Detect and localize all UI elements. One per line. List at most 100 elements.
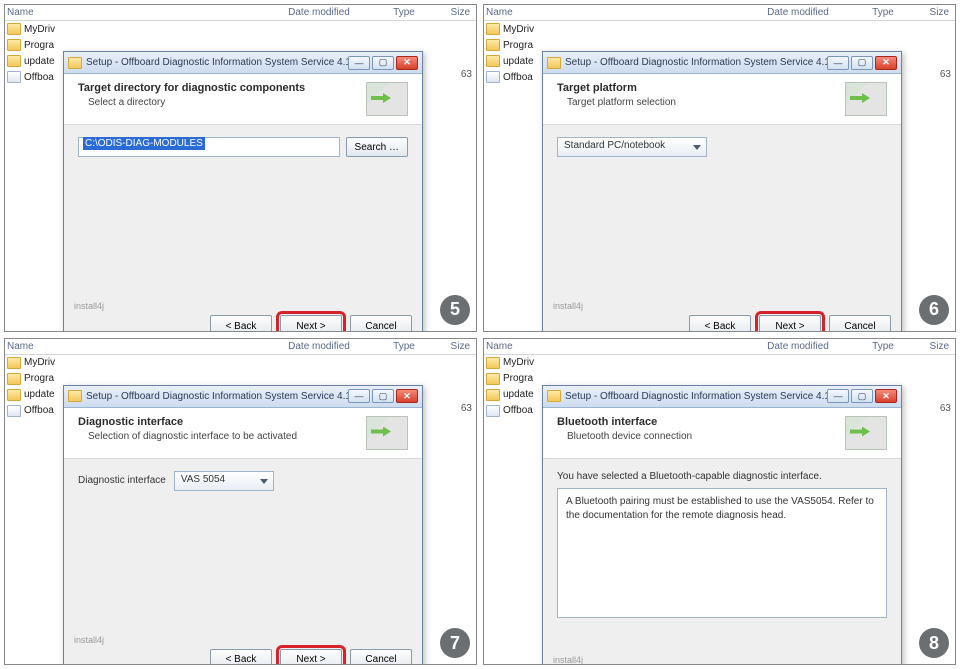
maximize-button[interactable]: ▢	[851, 389, 873, 403]
explorer-column-headers: Name Date modified Type Size	[484, 339, 955, 355]
back-button[interactable]: < Back	[210, 315, 272, 332]
folder-icon	[7, 373, 21, 385]
install4j-label: install4j	[553, 655, 891, 665]
setup-dialog: Setup - Offboard Diagnostic Information …	[63, 51, 423, 332]
col-type[interactable]: Type	[374, 7, 434, 18]
minimize-button[interactable]: —	[827, 56, 849, 70]
cancel-button[interactable]: Cancel	[350, 315, 412, 332]
cancel-button[interactable]: Cancel	[350, 649, 412, 666]
col-size[interactable]: Size	[434, 7, 474, 18]
interface-select[interactable]: VAS 5054	[174, 471, 274, 491]
interface-label: Diagnostic interface	[78, 475, 166, 486]
platform-select[interactable]: Standard PC/notebook	[557, 137, 707, 157]
app-icon	[68, 390, 82, 402]
step-badge: 6	[919, 295, 949, 325]
back-button[interactable]: < Back	[689, 315, 751, 332]
next-button[interactable]: Next >	[280, 649, 342, 666]
close-button[interactable]: ✕	[396, 389, 418, 403]
wizard-arrow-icon	[845, 82, 887, 116]
folder-icon	[7, 357, 21, 369]
bluetooth-info-box: A Bluetooth pairing must be established …	[557, 488, 887, 618]
list-item[interactable]: MyDriv	[486, 21, 534, 37]
install4j-label: install4j	[553, 301, 891, 311]
minimize-button[interactable]: —	[348, 389, 370, 403]
screenshot-panel-6: Name Date modified Type Size CARDIAG MyD…	[483, 4, 956, 332]
wizard-arrow-icon	[366, 82, 408, 116]
cancel-button[interactable]: Cancel	[829, 315, 891, 332]
wizard-arrow-icon	[845, 416, 887, 450]
window-title: Setup - Offboard Diagnostic Information …	[565, 57, 827, 68]
list-item[interactable]: Progra	[486, 371, 534, 387]
titlebar[interactable]: Setup - Offboard Diagnostic Information …	[543, 52, 901, 74]
window-title: Setup - Offboard Diagnostic Information …	[86, 391, 348, 402]
folder-icon	[486, 55, 500, 67]
screenshot-panel-7: Name Date modified Type Size CARDIAG MyD…	[4, 338, 477, 666]
explorer-column-headers: Name Date modified Type Size	[484, 5, 955, 21]
folder-icon	[486, 357, 500, 369]
dialog-heading: Target platform	[557, 82, 845, 94]
col-name[interactable]: Name	[7, 7, 264, 18]
explorer-column-headers: Name Date modified Type Size	[5, 339, 476, 355]
maximize-button[interactable]: ▢	[851, 56, 873, 70]
app-icon	[547, 390, 561, 402]
next-button[interactable]: Next >	[759, 315, 821, 332]
setup-dialog: Setup - Offboard Diagnostic Information …	[63, 385, 423, 666]
titlebar[interactable]: Setup - Offboard Diagnostic Information …	[543, 386, 901, 408]
folder-icon	[7, 39, 21, 51]
step-badge: 8	[919, 628, 949, 658]
back-button[interactable]: < Back	[210, 649, 272, 666]
setup-dialog: Setup - Offboard Diagnostic Information …	[542, 385, 902, 666]
maximize-button[interactable]: ▢	[372, 56, 394, 70]
list-item[interactable]: MyDriv	[486, 355, 534, 371]
list-item[interactable]: Offboa	[7, 69, 55, 85]
list-item[interactable]: Offboa	[7, 403, 55, 419]
list-item[interactable]: Offboa	[486, 403, 534, 419]
list-item[interactable]: MyDriv	[7, 21, 55, 37]
list-item[interactable]: Progra	[7, 37, 55, 53]
titlebar[interactable]: Setup - Offboard Diagnostic Information …	[64, 386, 422, 408]
exe-icon	[486, 405, 500, 417]
install4j-label: install4j	[74, 301, 412, 311]
minimize-button[interactable]: —	[348, 56, 370, 70]
install4j-label: install4j	[74, 635, 412, 645]
folder-icon	[7, 55, 21, 67]
minimize-button[interactable]: —	[827, 389, 849, 403]
list-item[interactable]: Progra	[7, 371, 55, 387]
col-date[interactable]: Date modified	[264, 7, 374, 18]
close-button[interactable]: ✕	[875, 389, 897, 403]
app-icon	[68, 57, 82, 69]
list-item[interactable]: MyDriv	[7, 355, 55, 371]
exe-icon	[7, 71, 21, 83]
exe-icon	[486, 71, 500, 83]
next-button[interactable]: Next >	[280, 315, 342, 332]
wizard-arrow-icon	[366, 416, 408, 450]
app-icon	[547, 57, 561, 69]
titlebar[interactable]: Setup - Offboard Diagnostic Information …	[64, 52, 422, 74]
screenshot-panel-8: Name Date modified Type Size CARDIAG MyD…	[483, 338, 956, 666]
search-button[interactable]: Search …	[346, 137, 408, 157]
dialog-heading: Target directory for diagnostic componen…	[78, 82, 366, 94]
folder-icon	[7, 389, 21, 401]
maximize-button[interactable]: ▢	[372, 389, 394, 403]
bluetooth-info-text: You have selected a Bluetooth-capable di…	[557, 471, 887, 482]
dialog-subheading: Bluetooth device connection	[557, 431, 845, 442]
window-title: Setup - Offboard Diagnostic Information …	[565, 391, 827, 402]
step-badge: 7	[440, 628, 470, 658]
close-button[interactable]: ✕	[875, 56, 897, 70]
list-item[interactable]: Progra	[486, 37, 534, 53]
list-item[interactable]: update	[7, 53, 55, 69]
explorer-column-headers: Name Date modified Type Size	[5, 5, 476, 21]
dialog-subheading: Target platform selection	[557, 97, 845, 108]
folder-icon	[486, 23, 500, 35]
list-item[interactable]: update	[7, 387, 55, 403]
list-item[interactable]: Offboa	[486, 69, 534, 85]
list-item[interactable]: update	[486, 387, 534, 403]
file-size-visible: 63	[461, 69, 472, 80]
list-item[interactable]: update	[486, 53, 534, 69]
dialog-subheading: Select a directory	[78, 97, 366, 108]
close-button[interactable]: ✕	[396, 56, 418, 70]
folder-icon	[486, 389, 500, 401]
exe-icon	[7, 405, 21, 417]
folder-icon	[7, 23, 21, 35]
directory-input[interactable]: C:\ODIS-DIAG-MODULES	[78, 137, 340, 157]
